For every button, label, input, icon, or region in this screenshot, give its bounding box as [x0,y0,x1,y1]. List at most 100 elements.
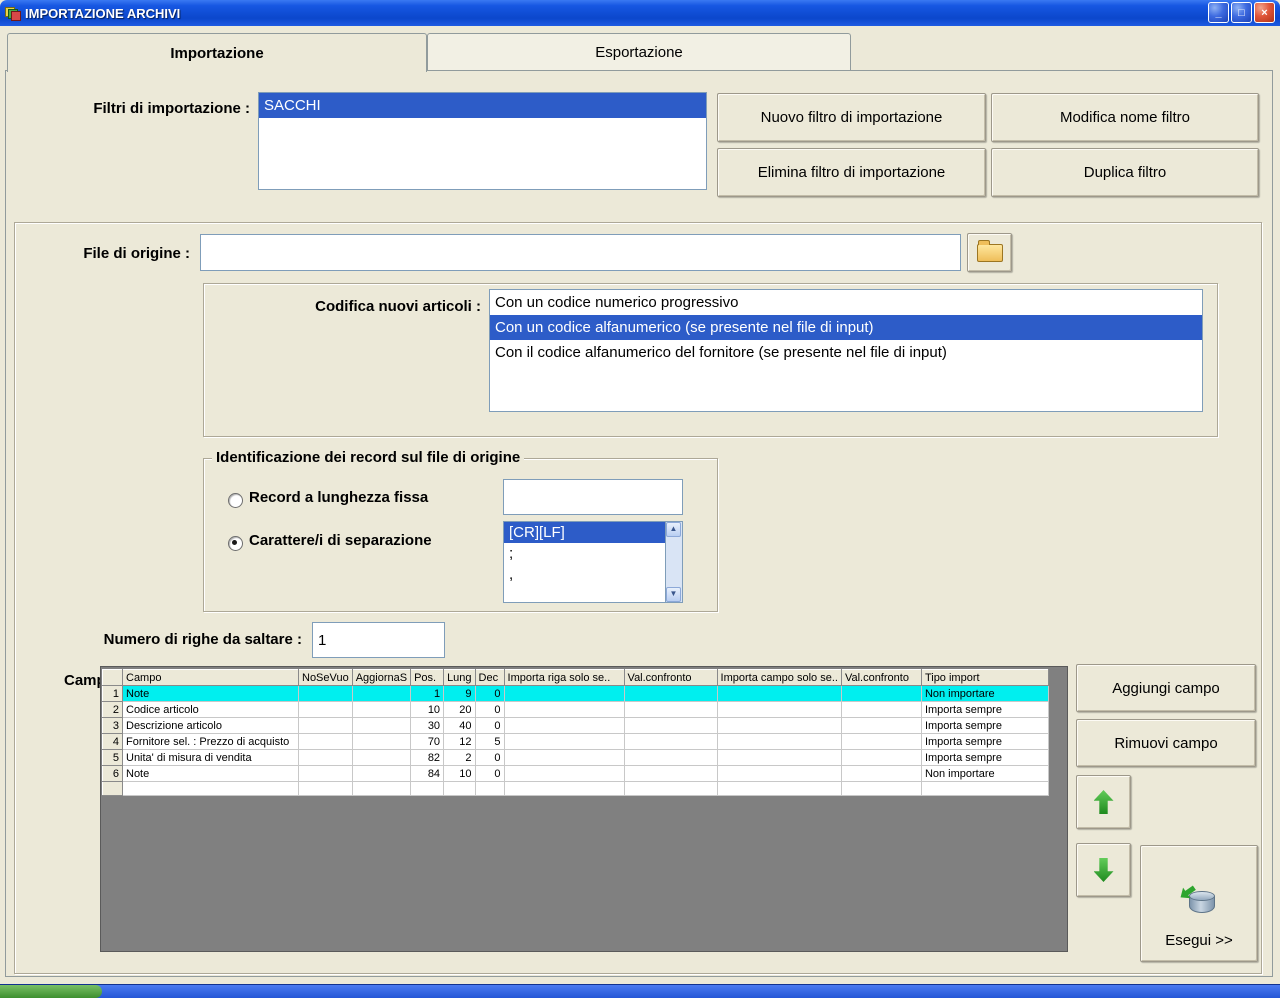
table-row[interactable]: 3 Descrizione articolo 30 40 0 Importa s… [102,717,1049,734]
cell-aggiorna [352,765,412,782]
tab-esportazione-label: Esportazione [595,43,683,61]
cell-val-confronto-2 [841,733,922,750]
file-origine-input[interactable] [200,234,961,271]
righe-da-saltare-input[interactable] [312,622,445,658]
codifica-frame: Codifica nuovi articoli : Con un codice … [203,283,1218,437]
start-button[interactable] [0,985,102,998]
cell-tipo-import: Importa sempre [921,717,1049,734]
campi-table[interactable]: Campo NoSeVuo AggiornaS Pos. Lung Dec Im… [102,669,1049,796]
cell-empty [475,781,505,796]
cell-campo: Fornitore sel. : Prezzo di acquisto [122,733,299,750]
col-header: Val.confronto [840,669,922,686]
cell-empty [841,781,922,796]
esegui-button[interactable]: Esegui >> [1140,845,1258,962]
browse-file-button[interactable] [967,233,1012,272]
cell-importa-campo [717,685,842,702]
cell-aggiorna [352,701,412,718]
empty-row [102,781,1049,796]
cell-empty [624,781,718,796]
cell-val-confronto-2 [841,717,922,734]
scrollbar[interactable]: ▲ ▼ [665,522,682,602]
modifica-nome-filtro-button[interactable]: Modifica nome filtro [991,93,1259,142]
cell-pos: 84 [410,765,445,782]
taskbar[interactable] [0,984,1280,998]
row-number: 6 [102,765,123,782]
minimize-button[interactable]: _ [1208,2,1229,23]
codifica-listbox[interactable]: Con un codice numerico progressivo Con u… [489,289,1203,412]
nuovo-filtro-button[interactable]: Nuovo filtro di importazione [717,93,986,142]
filtri-listbox[interactable]: SACCHI [258,92,707,190]
aggiungi-campo-button[interactable]: Aggiungi campo [1076,664,1256,712]
rimuovi-campo-button[interactable]: Rimuovi campo [1076,719,1256,767]
col-header: AggiornaS [351,669,412,686]
cell-empty [921,781,1049,796]
radio-dot [232,540,237,545]
cell-nosevuoto [298,765,353,782]
list-item[interactable]: Con un codice numerico progressivo [490,290,1202,315]
list-item[interactable]: SACCHI [259,93,706,118]
row-number: 2 [102,701,123,718]
col-header: Campo [122,669,299,686]
cell-nosevuoto [298,701,353,718]
close-button[interactable]: × [1254,2,1275,23]
cell-campo: Codice articolo [122,701,299,718]
cell-tipo-import: Importa sempre [921,701,1049,718]
nuovo-filtro-label: Nuovo filtro di importazione [760,109,943,126]
campi-grid-area: Campo NoSeVuo AggiornaS Pos. Lung Dec Im… [100,666,1068,952]
maximize-button[interactable]: □ [1231,2,1252,23]
cell-aggiorna [352,733,412,750]
move-field-down-button[interactable] [1076,843,1131,897]
list-item[interactable]: ; [504,543,682,564]
tab-importazione-label: Importazione [170,44,264,62]
row-number: 5 [102,749,123,766]
elimina-filtro-label: Elimina filtro di importazione [757,164,946,181]
list-item[interactable]: [CR][LF] [504,522,682,543]
modifica-nome-filtro-label: Modifica nome filtro [1059,109,1191,126]
scroll-down-icon[interactable]: ▼ [666,587,681,602]
cell-lung: 40 [443,717,476,734]
cell-importa-campo [717,733,842,750]
cell-importa-campo [717,701,842,718]
cell-nosevuoto [298,749,353,766]
scroll-up-icon[interactable]: ▲ [666,522,681,537]
cell-pos: 1 [410,685,445,702]
cell-aggiorna [352,749,412,766]
file-origine-label: File di origine : [83,245,190,262]
cell-dec: 0 [475,749,505,766]
table-row[interactable]: 1 Note 1 9 0 Non importare [102,685,1049,702]
cell-importa-campo [717,765,842,782]
lunghezza-fissa-input[interactable] [503,479,683,515]
table-row[interactable]: 6 Note 84 10 0 Non importare [102,765,1049,782]
record-lunghezza-fissa-label: Record a lunghezza fissa [249,489,429,506]
app-icon [4,5,21,21]
cell-campo: Note [122,685,299,702]
row-number [102,781,123,796]
cell-tipo-import: Importa sempre [921,733,1049,750]
row-number: 3 [102,717,123,734]
titlebar: IMPORTAZIONE ARCHIVI _ □ × [0,0,1280,26]
elimina-filtro-button[interactable]: Elimina filtro di importazione [717,148,986,197]
duplica-filtro-button[interactable]: Duplica filtro [991,148,1259,197]
cell-pos: 70 [410,733,445,750]
radio-carattere-separazione[interactable] [228,536,243,551]
separatori-listbox[interactable]: [CR][LF] ; , ▲ ▼ [503,521,683,603]
list-item[interactable]: , [504,564,682,585]
tab-importazione[interactable]: Importazione [7,33,427,72]
cell-importa-campo [717,717,842,734]
cell-dec: 0 [475,765,505,782]
move-field-up-button[interactable] [1076,775,1131,829]
cell-lung: 20 [443,701,476,718]
cell-lung: 10 [443,765,476,782]
radio-record-lunghezza-fissa[interactable] [228,493,243,508]
table-row[interactable]: 2 Codice articolo 10 20 0 Importa sempre [102,701,1049,718]
col-header: NoSeVuo [298,669,353,686]
cell-val-confronto-1 [624,733,718,750]
list-item[interactable]: Con il codice alfanumerico del fornitore… [490,340,1202,365]
tab-esportazione[interactable]: Esportazione [427,33,851,70]
row-number: 1 [102,685,123,702]
duplica-filtro-label: Duplica filtro [1083,164,1167,181]
table-row[interactable]: 4 Fornitore sel. : Prezzo di acquisto 70… [102,733,1049,750]
table-row[interactable]: 5 Unita' di misura di vendita 82 2 0 Imp… [102,749,1049,766]
list-item[interactable]: Con un codice alfanumerico (se presente … [490,315,1202,340]
cell-tipo-import: Non importare [921,765,1049,782]
